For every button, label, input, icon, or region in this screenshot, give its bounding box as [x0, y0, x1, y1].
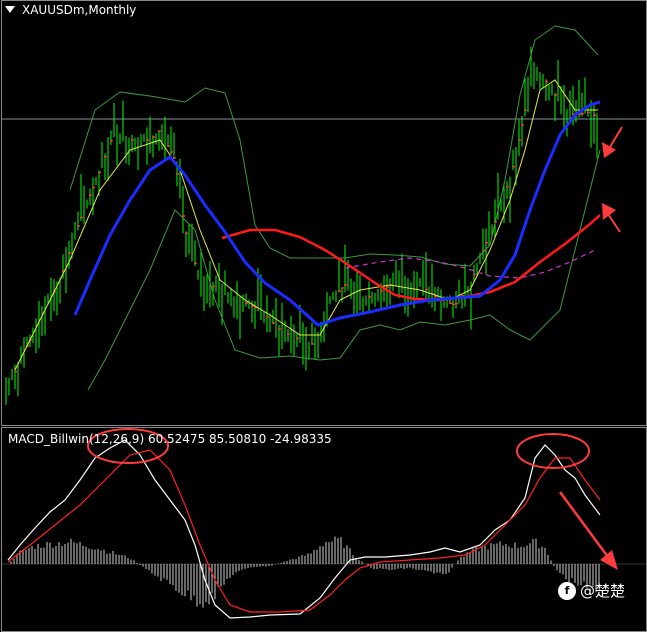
- annotation-arrow-down: [602, 126, 623, 158]
- bollinger-lower: [87, 149, 601, 391]
- macd-histogram: [10, 536, 600, 608]
- chart-menu-icon[interactable]: [5, 6, 15, 13]
- price-chart-svg: [2, 25, 646, 619]
- chart-title: XAUUSDm,Monthly: [22, 3, 137, 17]
- watermark-logo-icon: f: [558, 581, 576, 600]
- watermark-text: @楚楚: [580, 582, 626, 600]
- macd-indicator-label: MACD_Billwin(12,26,9) 60.52475 85.50810 …: [8, 432, 332, 446]
- chart-window: XAUUSDm,Monthly MACD_Billwin(12,26,9) 60…: [0, 0, 647, 632]
- annotation-arrow-up: [602, 203, 621, 233]
- signal-line: [7, 449, 601, 613]
- ma-yellow: [14, 79, 598, 371]
- ma-blue: [73, 100, 601, 327]
- annotation-ellipse-right: [516, 433, 590, 469]
- watermark: f @楚楚: [558, 580, 625, 601]
- candles-group: [5, 46, 598, 405]
- annotation-arrow-macd: [558, 491, 618, 570]
- macd-line: [7, 439, 601, 619]
